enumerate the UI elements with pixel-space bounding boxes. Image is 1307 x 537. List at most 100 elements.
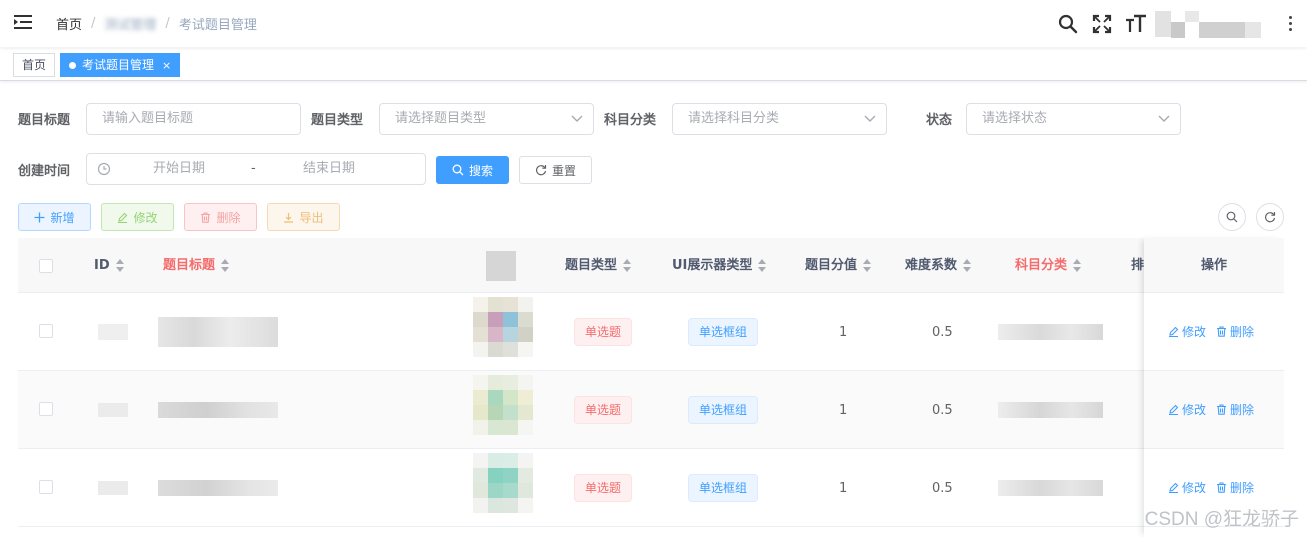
type-label: 题目类型	[311, 113, 364, 128]
sort-icon[interactable]	[758, 258, 767, 273]
col-ui-type[interactable]: UI展示器类型	[672, 238, 767, 293]
add-button[interactable]: 新增	[18, 203, 91, 231]
avatar[interactable]	[1155, 8, 1275, 40]
sort-icon[interactable]	[623, 258, 632, 273]
row-actions: 修改 删除	[1144, 371, 1284, 449]
col-sort[interactable]: 排	[1131, 238, 1144, 293]
chevron-down-icon	[864, 115, 876, 122]
more-icon[interactable]	[1283, 16, 1297, 31]
trash-icon	[1217, 326, 1227, 337]
status-placeholder: 请选择状态	[982, 111, 1048, 126]
tag-active[interactable]: 考试题目管理 ×	[60, 53, 181, 77]
sort-icon[interactable]	[221, 258, 230, 273]
breadcrumb-parent[interactable]: 测试管理	[104, 14, 156, 33]
export-button[interactable]: 导出	[267, 203, 340, 231]
row-score: 1	[839, 324, 848, 340]
refresh-icon	[1264, 212, 1276, 223]
row-difficulty: 0.5	[932, 324, 953, 340]
edit-button-label: 修改	[133, 210, 158, 225]
sort-icon[interactable]	[863, 258, 872, 273]
sort-icon[interactable]	[1073, 258, 1082, 273]
row-checkbox[interactable]	[39, 402, 53, 416]
table-row: 单选题 单选框组 1 0.5	[18, 371, 1284, 449]
row-delete-link[interactable]: 删除	[1216, 323, 1254, 340]
breadcrumb: 首页 / 测试管理 / 考试题目管理	[56, 14, 257, 33]
trash-icon	[201, 211, 211, 223]
status-label: 状态	[926, 113, 953, 128]
col-difficulty[interactable]: 难度系数	[905, 238, 972, 293]
type-tag: 单选题	[574, 318, 633, 346]
date-end[interactable]: 结束日期	[303, 154, 355, 184]
row-subject	[998, 449, 1103, 527]
subject-select[interactable]: 请选择科目分类	[672, 103, 887, 135]
row-id	[98, 293, 128, 371]
row-delete-link[interactable]: 删除	[1216, 479, 1254, 496]
row-type: 单选题	[574, 371, 633, 449]
close-icon[interactable]: ×	[162, 59, 171, 72]
download-icon	[284, 212, 294, 223]
col-score[interactable]: 题目分值	[805, 238, 872, 293]
edit-icon	[1169, 482, 1179, 493]
search-icon	[452, 164, 464, 176]
search-button[interactable]: 搜索	[436, 156, 509, 184]
type-select[interactable]: 请选择题目类型	[379, 103, 594, 135]
right-menu	[1051, 0, 1307, 47]
font-size-icon[interactable]	[1119, 0, 1153, 47]
select-all-checkbox[interactable]	[39, 259, 53, 273]
breadcrumb-home[interactable]: 首页	[56, 14, 82, 33]
row-edit-link[interactable]: 修改	[1168, 479, 1206, 496]
breadcrumb-current: 考试题目管理	[178, 18, 257, 33]
row-id	[98, 371, 128, 449]
row-edit-link[interactable]: 修改	[1168, 401, 1206, 418]
fullscreen-icon[interactable]	[1085, 0, 1119, 47]
row-actions: 修改 删除	[1144, 293, 1284, 371]
col-subject-label: 科目分类	[1015, 258, 1068, 273]
edit-icon	[1169, 404, 1179, 415]
row-ui-type: 单选框组	[688, 449, 759, 527]
col-title[interactable]: 题目标题	[163, 238, 230, 293]
active-dot-icon	[69, 62, 76, 69]
row-type: 单选题	[574, 293, 633, 371]
type-tag: 单选题	[574, 474, 633, 502]
row-difficulty: 0.5	[932, 480, 953, 496]
row-delete-link[interactable]: 删除	[1216, 401, 1254, 418]
edit-icon	[118, 212, 128, 223]
row-checkbox[interactable]	[39, 324, 53, 338]
col-ui-type-label: UI展示器类型	[672, 258, 753, 273]
row-delete-label: 删除	[1230, 325, 1255, 339]
toggle-search-button[interactable]	[1218, 203, 1246, 231]
tag-home[interactable]: 首页	[13, 53, 56, 77]
row-ui-type: 单选框组	[688, 371, 759, 449]
delete-button[interactable]: 删除	[184, 203, 257, 231]
date-start[interactable]: 开始日期	[153, 154, 205, 184]
col-subject[interactable]: 科目分类	[1015, 238, 1082, 293]
hamburger-icon[interactable]	[14, 14, 32, 30]
ui-type-tag: 单选框组	[688, 318, 759, 346]
navbar: 首页 / 测试管理 / 考试题目管理	[0, 0, 1307, 47]
sort-icon[interactable]	[115, 258, 124, 273]
row-image	[473, 297, 533, 357]
col-type[interactable]: 题目类型	[565, 238, 632, 293]
title-input[interactable]: 请输入题目标题	[86, 103, 301, 135]
title-label: 题目标题	[18, 113, 71, 128]
export-button-label: 导出	[299, 210, 324, 225]
row-edit-label: 修改	[1182, 481, 1207, 495]
subject-placeholder: 请选择科目分类	[688, 111, 780, 126]
status-select[interactable]: 请选择状态	[966, 103, 1181, 135]
edit-button[interactable]: 修改	[101, 203, 174, 231]
reset-button[interactable]: 重置	[519, 156, 592, 184]
row-edit-label: 修改	[1182, 325, 1207, 339]
sort-icon[interactable]	[963, 258, 972, 273]
refresh-button[interactable]	[1256, 203, 1284, 231]
breadcrumb-separator: /	[165, 16, 170, 31]
search-button-label: 搜索	[468, 163, 493, 178]
row-title	[158, 449, 278, 527]
date-range-picker[interactable]: 开始日期 - 结束日期	[86, 153, 426, 185]
row-score: 1	[839, 402, 848, 418]
row-edit-link[interactable]: 修改	[1168, 323, 1206, 340]
col-id[interactable]: ID	[94, 238, 124, 293]
chevron-down-icon	[1158, 115, 1170, 122]
ui-type-tag: 单选框组	[688, 396, 759, 424]
row-checkbox[interactable]	[39, 480, 53, 494]
search-icon[interactable]	[1051, 0, 1085, 47]
